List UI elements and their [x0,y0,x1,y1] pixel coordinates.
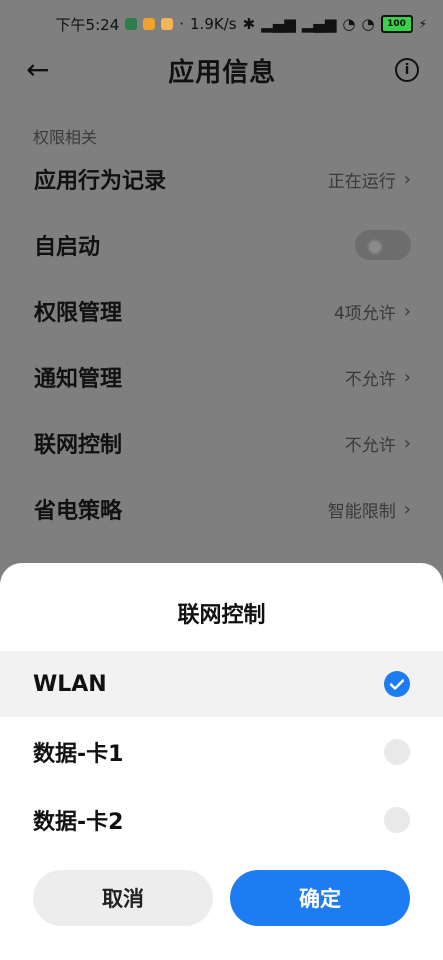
confirm-button[interactable]: 确定 [230,870,410,926]
row-value: 正在运行 [327,171,396,192]
row-value-group: 智能限制 › [328,497,411,522]
hd-signal-2-icon: ▂▄▆ [301,15,337,33]
row-label: 联网控制 [34,433,123,458]
autostart-toggle[interactable] [355,230,411,260]
app-header: ← 应用信息 i [0,48,443,92]
status-time: 下午5:24 [55,15,120,34]
status-bar: 下午5:24 · 1.9K/s ✱ ▂▄▆ ▂▄▆ ◔ ◔ 100 ⚡ [0,0,443,48]
radio-unchecked-icon[interactable] [384,739,410,765]
chevron-right-icon: › [403,432,411,454]
row-label: 省电策略 [34,499,123,524]
checkmark-icon[interactable] [384,671,410,697]
row-label: 权限管理 [34,301,123,326]
wifi-icon: ◔ [342,15,356,33]
toggle-knob [367,239,383,255]
row-value: 智能限制 [327,501,396,522]
option-label: 数据-卡1 [33,742,124,767]
charging-icon: ⚡ [418,17,427,31]
section-label: 权限相关 [33,128,98,147]
option-wlan[interactable]: WLAN [0,651,443,717]
row-label: 通知管理 [34,367,123,392]
chevron-right-icon: › [403,168,411,190]
chevron-right-icon: › [403,498,411,520]
option-data-sim2[interactable]: 数据-卡2 [0,787,443,853]
info-icon[interactable]: i [394,58,419,82]
back-arrow-icon[interactable]: ← [26,56,49,84]
cancel-button[interactable]: 取消 [33,870,213,926]
status-separator: · [179,15,185,33]
row-network-control[interactable]: 联网控制 不允许 › [0,410,443,476]
row-app-behavior-record[interactable]: 应用行为记录 正在运行 › [0,146,443,212]
row-value: 4项允许 [333,303,396,324]
notification-green-icon [125,18,138,30]
sheet-title: 联网控制 [177,603,266,628]
radio-unchecked-icon[interactable] [384,807,410,833]
hd-signal-1-icon: ▂▄▆ [261,15,296,33]
row-value-group: 不允许 › [345,365,411,390]
battery-level: 100 [387,19,406,29]
chevron-right-icon: › [403,366,411,388]
row-value: 不允许 [344,435,396,456]
page-title: 应用信息 [168,57,277,88]
chevron-right-icon: › [403,300,411,322]
bluetooth-icon: ✱ [242,15,256,33]
notification-orange-icon [143,18,156,30]
row-label: 自启动 [34,235,101,260]
permission-list: 应用行为记录 正在运行 › 自启动 权限管理 4项允许 › 通知管理 不允许 ›… [0,146,443,542]
row-notification-management[interactable]: 通知管理 不允许 › [0,344,443,410]
row-value-group: 4项允许 › [334,299,411,324]
row-value-group: 正在运行 › [328,167,411,192]
option-data-sim1[interactable]: 数据-卡1 [0,719,443,785]
row-value-group: 不允许 › [345,431,411,456]
network-speed: 1.9K/s [190,15,237,33]
row-permission-management[interactable]: 权限管理 4项允许 › [0,278,443,344]
battery-icon: 100 [380,15,413,33]
option-label: 数据-卡2 [33,810,124,835]
notification-orange2-icon [161,18,174,30]
option-label: WLAN [33,671,107,697]
wifi-icon: ◔ [361,15,375,33]
row-value: 不允许 [344,369,396,390]
row-autostart: 自启动 [0,212,443,278]
row-label: 应用行为记录 [34,169,167,194]
row-power-saving[interactable]: 省电策略 智能限制 › [0,476,443,542]
